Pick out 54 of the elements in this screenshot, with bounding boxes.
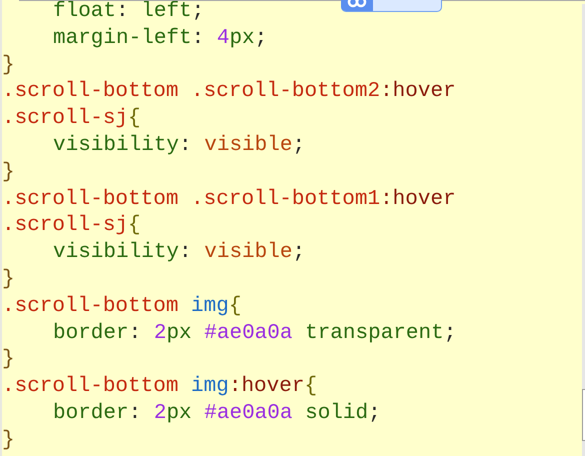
opening-brace: { — [304, 375, 318, 398]
pseudo-class: :hover — [380, 80, 456, 104]
link-icon — [341, 0, 373, 11]
value-text: px — [166, 402, 193, 425]
number-literal: #ae0a0a — [204, 322, 292, 345]
number-literal: 2 — [154, 402, 166, 425]
pseudo-class: :hover — [228, 375, 304, 398]
opening-brace: { — [128, 214, 141, 238]
closing-brace: } — [2, 54, 15, 77]
value-text: px — [229, 26, 255, 50]
property-name: visibility — [53, 134, 180, 157]
punctuation: ; — [192, 0, 204, 23]
tag-name: img — [191, 375, 229, 398]
punctuation: ; — [254, 26, 268, 50]
punctuation: : — [179, 241, 193, 264]
punctuation: ; — [292, 134, 306, 157]
property-name: visibility — [53, 241, 180, 264]
number-literal: #ae0a0a — [204, 402, 292, 425]
punctuation: : — [192, 26, 206, 50]
property-name: margin-left — [53, 26, 192, 50]
selector-text: .scroll-bottom — [2, 375, 180, 398]
number-literal: 2 — [154, 322, 166, 345]
punctuation: ; — [368, 402, 381, 425]
property-name: border — [53, 402, 129, 425]
value-text: px — [166, 322, 193, 345]
selector-text: .scroll-sj — [2, 214, 128, 238]
pseudo-class: :hover — [380, 188, 456, 211]
property-name: border — [53, 322, 129, 345]
value-text: left — [141, 0, 192, 23]
closing-brace: } — [2, 428, 15, 452]
scrollbar-thumb[interactable] — [582, 389, 585, 441]
keyword-value: visible — [204, 134, 292, 157]
closing-brace: } — [2, 348, 15, 372]
number-literal: 4 — [216, 26, 230, 50]
punctuation: ; — [444, 322, 456, 345]
closing-brace: } — [2, 160, 15, 184]
opening-brace: { — [128, 107, 141, 130]
keyword-value: visible — [204, 241, 292, 264]
punctuation: : — [128, 322, 142, 345]
property-name: float — [53, 0, 116, 23]
value-text: solid — [304, 402, 368, 425]
selector-text: .scroll-bottom — [2, 294, 180, 318]
value-text: transparent — [304, 322, 444, 345]
opening-brace: { — [228, 294, 242, 318]
selector-text: .scroll-bottom .scroll-bottom2 — [2, 80, 380, 104]
punctuation: : — [128, 402, 142, 425]
tag-name: img — [191, 294, 229, 318]
punctuation: ; — [292, 241, 306, 264]
punctuation: : — [179, 134, 193, 157]
upload-button[interactable] — [341, 0, 442, 12]
closing-brace: } — [2, 268, 15, 291]
selector-text: .scroll-bottom .scroll-bottom1 — [2, 188, 380, 211]
selector-text: .scroll-sj — [2, 107, 128, 130]
punctuation: : — [116, 0, 130, 23]
